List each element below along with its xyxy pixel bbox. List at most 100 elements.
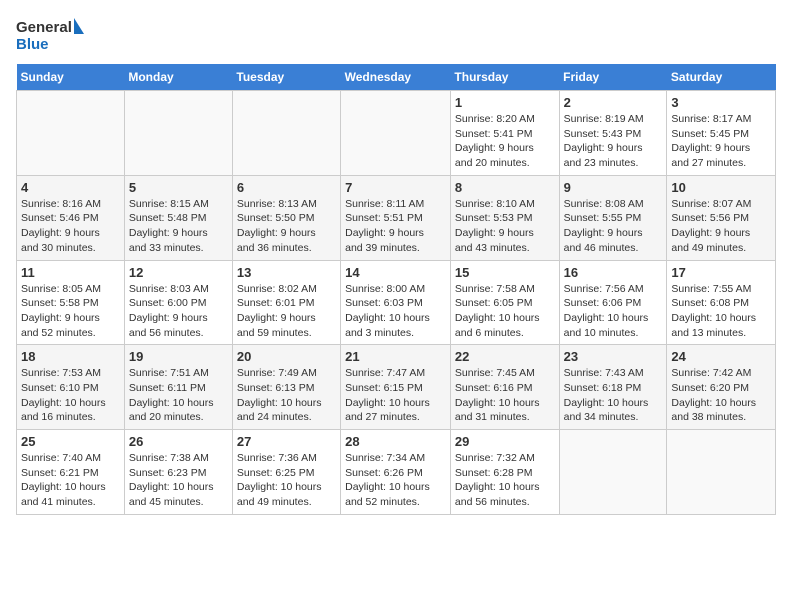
calendar-cell: 22 Sunrise: 7:45 AM Sunset: 6:16 PM Dayli… bbox=[450, 345, 559, 430]
day-number: 19 bbox=[129, 349, 228, 364]
day-number: 27 bbox=[237, 434, 336, 449]
day-number: 7 bbox=[345, 180, 446, 195]
calendar-cell: 24 Sunrise: 7:42 AM Sunset: 6:20 PM Dayli… bbox=[667, 345, 776, 430]
calendar-cell: 18 Sunrise: 7:53 AM Sunset: 6:10 PM Dayli… bbox=[17, 345, 125, 430]
calendar-cell: 8Sunrise: 8:10 AM Sunset: 5:53 PM Daylig… bbox=[450, 175, 559, 260]
day-info: Sunrise: 8:15 AM Sunset: 5:48 PM Dayligh… bbox=[129, 197, 228, 256]
day-info: Sunrise: 8:00 AM Sunset: 6:03 PM Dayligh… bbox=[345, 282, 446, 341]
day-info: Sunrise: 7:47 AM Sunset: 6:15 PM Dayligh… bbox=[345, 366, 446, 425]
day-info: Sunrise: 7:49 AM Sunset: 6:13 PM Dayligh… bbox=[237, 366, 336, 425]
calendar-cell: 1 Sunrise: 8:20 AM Sunset: 5:41 PM Daylig… bbox=[450, 91, 559, 176]
calendar-cell: 17 Sunrise: 7:55 AM Sunset: 6:08 PM Dayli… bbox=[667, 260, 776, 345]
day-info: Sunrise: 7:56 AM Sunset: 6:06 PM Dayligh… bbox=[564, 282, 663, 341]
weekday-header-friday: Friday bbox=[559, 64, 667, 91]
day-info: Sunrise: 7:43 AM Sunset: 6:18 PM Dayligh… bbox=[564, 366, 663, 425]
weekday-header-monday: Monday bbox=[124, 64, 232, 91]
calendar-cell: 5 Sunrise: 8:15 AM Sunset: 5:48 PM Daylig… bbox=[124, 175, 232, 260]
day-info: Sunrise: 7:40 AM Sunset: 6:21 PM Dayligh… bbox=[21, 451, 120, 510]
day-info: Sunrise: 7:51 AM Sunset: 6:11 PM Dayligh… bbox=[129, 366, 228, 425]
day-info: Sunrise: 8:02 AM Sunset: 6:01 PM Dayligh… bbox=[237, 282, 336, 341]
calendar-cell: 19 Sunrise: 7:51 AM Sunset: 6:11 PM Dayli… bbox=[124, 345, 232, 430]
week-row-3: 11 Sunrise: 8:05 AM Sunset: 5:58 PM Dayli… bbox=[17, 260, 776, 345]
calendar-cell bbox=[559, 430, 667, 515]
svg-text:Blue: Blue bbox=[16, 36, 49, 53]
week-row-1: 1 Sunrise: 8:20 AM Sunset: 5:41 PM Daylig… bbox=[17, 91, 776, 176]
day-number: 22 bbox=[455, 349, 555, 364]
day-number: 20 bbox=[237, 349, 336, 364]
calendar-cell bbox=[232, 91, 340, 176]
weekday-header-saturday: Saturday bbox=[667, 64, 776, 91]
calendar-cell bbox=[124, 91, 232, 176]
calendar-cell bbox=[667, 430, 776, 515]
day-info: Sunrise: 8:08 AM Sunset: 5:55 PM Dayligh… bbox=[564, 197, 663, 256]
day-number: 13 bbox=[237, 265, 336, 280]
day-number: 1 bbox=[455, 95, 555, 110]
week-row-5: 25Sunrise: 7:40 AM Sunset: 6:21 PM Dayli… bbox=[17, 430, 776, 515]
day-number: 2 bbox=[564, 95, 663, 110]
calendar-cell: 13 Sunrise: 8:02 AM Sunset: 6:01 PM Dayli… bbox=[232, 260, 340, 345]
day-number: 26 bbox=[129, 434, 228, 449]
calendar-cell: 20 Sunrise: 7:49 AM Sunset: 6:13 PM Dayli… bbox=[232, 345, 340, 430]
day-number: 10 bbox=[671, 180, 771, 195]
calendar-cell: 25Sunrise: 7:40 AM Sunset: 6:21 PM Dayli… bbox=[17, 430, 125, 515]
calendar-cell: 7 Sunrise: 8:11 AM Sunset: 5:51 PM Daylig… bbox=[341, 175, 451, 260]
calendar-cell: 23 Sunrise: 7:43 AM Sunset: 6:18 PM Dayli… bbox=[559, 345, 667, 430]
day-info: Sunrise: 8:11 AM Sunset: 5:51 PM Dayligh… bbox=[345, 197, 446, 256]
day-number: 23 bbox=[564, 349, 663, 364]
calendar-cell: 15 Sunrise: 7:58 AM Sunset: 6:05 PM Dayli… bbox=[450, 260, 559, 345]
calendar-cell: 14 Sunrise: 8:00 AM Sunset: 6:03 PM Dayli… bbox=[341, 260, 451, 345]
calendar-cell: 29Sunrise: 7:32 AM Sunset: 6:28 PM Dayli… bbox=[450, 430, 559, 515]
day-info: Sunrise: 8:17 AM Sunset: 5:45 PM Dayligh… bbox=[671, 112, 771, 171]
day-info: Sunrise: 7:36 AM Sunset: 6:25 PM Dayligh… bbox=[237, 451, 336, 510]
day-number: 14 bbox=[345, 265, 446, 280]
calendar-cell: 27 Sunrise: 7:36 AM Sunset: 6:25 PM Dayli… bbox=[232, 430, 340, 515]
weekday-header-thursday: Thursday bbox=[450, 64, 559, 91]
day-info: Sunrise: 8:19 AM Sunset: 5:43 PM Dayligh… bbox=[564, 112, 663, 171]
calendar-cell: 6Sunrise: 8:13 AM Sunset: 5:50 PM Daylig… bbox=[232, 175, 340, 260]
weekday-header-sunday: Sunday bbox=[17, 64, 125, 91]
day-number: 21 bbox=[345, 349, 446, 364]
day-number: 15 bbox=[455, 265, 555, 280]
day-number: 11 bbox=[21, 265, 120, 280]
calendar-cell: 10 Sunrise: 8:07 AM Sunset: 5:56 PM Dayli… bbox=[667, 175, 776, 260]
day-number: 24 bbox=[671, 349, 771, 364]
day-info: Sunrise: 7:53 AM Sunset: 6:10 PM Dayligh… bbox=[21, 366, 120, 425]
calendar-cell: 9Sunrise: 8:08 AM Sunset: 5:55 PM Daylig… bbox=[559, 175, 667, 260]
day-info: Sunrise: 7:42 AM Sunset: 6:20 PM Dayligh… bbox=[671, 366, 771, 425]
day-number: 6 bbox=[237, 180, 336, 195]
day-info: Sunrise: 8:20 AM Sunset: 5:41 PM Dayligh… bbox=[455, 112, 555, 171]
day-info: Sunrise: 8:16 AM Sunset: 5:46 PM Dayligh… bbox=[21, 197, 120, 256]
svg-text:General: General bbox=[16, 19, 72, 36]
calendar-cell: 11 Sunrise: 8:05 AM Sunset: 5:58 PM Dayli… bbox=[17, 260, 125, 345]
day-info: Sunrise: 7:32 AM Sunset: 6:28 PM Dayligh… bbox=[455, 451, 555, 510]
calendar-cell bbox=[17, 91, 125, 176]
calendar-cell: 3 Sunrise: 8:17 AM Sunset: 5:45 PM Daylig… bbox=[667, 91, 776, 176]
day-number: 3 bbox=[671, 95, 771, 110]
calendar-cell: 12 Sunrise: 8:03 AM Sunset: 6:00 PM Dayli… bbox=[124, 260, 232, 345]
calendar-cell bbox=[341, 91, 451, 176]
calendar-cell: 21 Sunrise: 7:47 AM Sunset: 6:15 PM Dayli… bbox=[341, 345, 451, 430]
day-number: 5 bbox=[129, 180, 228, 195]
calendar-cell: 2 Sunrise: 8:19 AM Sunset: 5:43 PM Daylig… bbox=[559, 91, 667, 176]
day-info: Sunrise: 7:55 AM Sunset: 6:08 PM Dayligh… bbox=[671, 282, 771, 341]
calendar-table: SundayMondayTuesdayWednesdayThursdayFrid… bbox=[16, 64, 776, 515]
day-info: Sunrise: 8:03 AM Sunset: 6:00 PM Dayligh… bbox=[129, 282, 228, 341]
day-info: Sunrise: 7:58 AM Sunset: 6:05 PM Dayligh… bbox=[455, 282, 555, 341]
weekday-header-row: SundayMondayTuesdayWednesdayThursdayFrid… bbox=[17, 64, 776, 91]
day-number: 28 bbox=[345, 434, 446, 449]
day-info: Sunrise: 8:05 AM Sunset: 5:58 PM Dayligh… bbox=[21, 282, 120, 341]
day-info: Sunrise: 8:07 AM Sunset: 5:56 PM Dayligh… bbox=[671, 197, 771, 256]
day-number: 12 bbox=[129, 265, 228, 280]
day-number: 16 bbox=[564, 265, 663, 280]
day-info: Sunrise: 7:45 AM Sunset: 6:16 PM Dayligh… bbox=[455, 366, 555, 425]
page-header: GeneralBlue bbox=[16, 16, 776, 56]
calendar-cell: 4Sunrise: 8:16 AM Sunset: 5:46 PM Daylig… bbox=[17, 175, 125, 260]
logo: GeneralBlue bbox=[16, 16, 86, 56]
day-number: 17 bbox=[671, 265, 771, 280]
calendar-cell: 28Sunrise: 7:34 AM Sunset: 6:26 PM Dayli… bbox=[341, 430, 451, 515]
day-number: 8 bbox=[455, 180, 555, 195]
week-row-2: 4Sunrise: 8:16 AM Sunset: 5:46 PM Daylig… bbox=[17, 175, 776, 260]
logo-svg: GeneralBlue bbox=[16, 16, 86, 56]
day-number: 18 bbox=[21, 349, 120, 364]
day-info: Sunrise: 7:38 AM Sunset: 6:23 PM Dayligh… bbox=[129, 451, 228, 510]
